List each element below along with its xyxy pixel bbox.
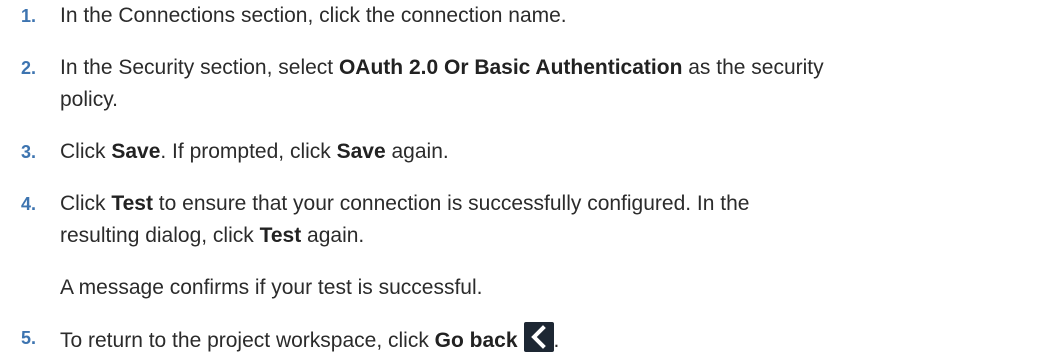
step-text-segment: Click	[60, 140, 112, 163]
step-text-segment: To return to the project workspace, clic…	[60, 329, 435, 352]
step-text: Click Save. If prompted, click Save agai…	[60, 136, 1035, 168]
step-number: 3.	[21, 142, 37, 162]
step-text-segment: again.	[385, 140, 449, 163]
security-policy-name: OAuth 2.0 Or Basic Authentication	[338, 56, 683, 79]
step-text-segment: resulting dialog, click	[60, 224, 260, 247]
step-text: In the Connections section, click the co…	[60, 0, 1035, 32]
save-label: Save	[336, 140, 386, 163]
step-text-segment: to ensure that your connection is succes…	[152, 192, 750, 215]
step-text: Click Test to ensure that your connectio…	[60, 188, 1035, 252]
step-number: 2.	[21, 58, 37, 78]
save-label: Save	[111, 140, 161, 163]
step-text-segment: In the Connections section, click the co…	[60, 4, 567, 27]
step-text-segment: again.	[301, 224, 365, 247]
chevron-left-icon	[523, 322, 554, 352]
step-text-segment: policy.	[60, 88, 118, 111]
go-back-label: Go back	[434, 329, 518, 352]
step-number: 1.	[21, 6, 37, 26]
test-label: Test	[259, 224, 302, 247]
step-text-segment: .	[553, 329, 560, 352]
step-text-segment: Click	[60, 192, 112, 215]
step-text-segment: as the security	[682, 56, 824, 79]
test-label: Test	[111, 192, 153, 215]
step-number: 5.	[21, 328, 37, 348]
step-text-segment: In the Security section, select	[60, 56, 339, 79]
step-number: 4.	[21, 194, 37, 214]
step-text: To return to the project workspace, clic…	[60, 322, 1035, 357]
step-text-segment: . If prompted, click	[160, 140, 337, 163]
step-note: A message confirms if your test is succe…	[60, 276, 483, 299]
step-text: In the Security section, select OAuth 2.…	[60, 52, 1035, 116]
